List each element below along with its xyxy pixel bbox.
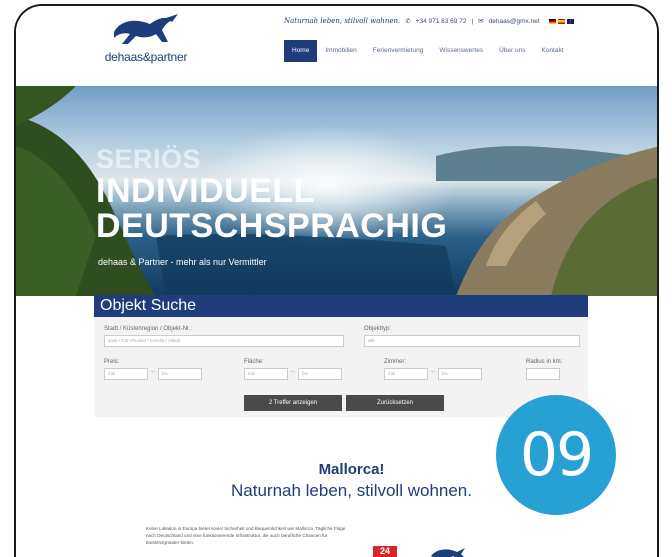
price-max-input[interactable]: bis [158,368,202,380]
phone-icon: ✆ [405,18,411,25]
flag-de-icon[interactable] [548,18,556,24]
area-min-input[interactable]: min [244,368,288,380]
area-max-input[interactable]: bis [298,368,342,380]
contact-bar: Naturnah leben, stilvoll wohnen. ✆ +34 9… [284,17,574,25]
dog-logo-icon [114,14,178,44]
language-flags [548,18,574,24]
location-input[interactable]: ands / Can Picafort / ensulla / Villedi [104,335,344,347]
type-select[interactable]: alle [364,335,580,347]
price-min-input[interactable]: min [104,368,148,380]
rooms-max-input[interactable]: bis [438,368,482,380]
flag-uk-icon[interactable] [566,18,574,24]
header-slogan: Naturnah leben, stilvoll wohnen. [284,17,401,25]
hero-subline: dehaas & Partner - mehr als nur Vermittl… [98,257,267,267]
hero-line-3: DEUTSCHSPRACHIG [96,207,448,245]
radius-label: Radius in km: [526,359,563,365]
main-nav: Home Immobilien Ferienvermietung Wissens… [284,40,572,62]
logo-text: dehaas&partner [104,50,188,64]
price-label: Preis: [104,359,120,365]
site-header: dehaas&partner Naturnah leben, stilvoll … [16,6,657,86]
search-title: Objekt Suche [100,297,197,314]
hero-line-2: INDIVIDUELL [96,172,315,210]
nav-immobilien[interactable]: Immobilien [317,40,364,62]
red-partner-logo: 24 [373,546,397,557]
type-label: Objekttyp: [364,326,392,332]
hero-banner: SERIÖS INDIVIDUELL DEUTSCHSPRACHIG dehaa… [16,86,657,296]
rooms-label: Zimmer: [384,359,406,365]
nav-home[interactable]: Home [284,40,318,62]
search-header: Objekt Suche [94,295,588,317]
phone-number[interactable]: +34 971 83 69 72 [416,18,467,25]
area-label: Fläche: [244,359,264,365]
contact-separator: | [471,17,474,25]
email-link[interactable]: dehaas@gmx.net [489,18,540,25]
flag-es-icon[interactable] [557,18,565,24]
rooms-range-dash: – [431,369,435,375]
hero-line-1: SERIÖS [96,144,202,174]
step-number-badge: 09 [496,395,616,515]
rooms-min-input[interactable]: min [384,368,428,380]
search-form: Stadt / Küstenregion / Objekt-Nr.: ands … [94,317,588,417]
hero-headline: SERIÖS INDIVIDUELL DEUTSCHSPRACHIG [96,144,447,244]
radius-input[interactable] [526,368,560,380]
nav-wissenswertes[interactable]: Wissenswertes [431,40,491,62]
reset-button[interactable]: Zurücksetzen [346,395,444,411]
dog-logo-small-icon [431,548,465,557]
show-results-button[interactable]: 2 Treffer anzeigen [244,395,342,411]
price-range-dash: – [151,369,155,375]
intro-paragraph: Keine Lokation in Europa bietet soviel S… [146,526,346,545]
nav-ueber-uns[interactable]: Über uns [491,40,533,62]
logo[interactable]: dehaas&partner [86,12,206,68]
mail-icon: ✉ [478,18,484,25]
nav-ferienvermietung[interactable]: Ferienvermietung [365,40,432,62]
area-range-dash: – [291,369,295,375]
location-label: Stadt / Küstenregion / Objekt-Nr.: [104,326,193,332]
nav-kontakt[interactable]: Kontakt [533,40,571,62]
